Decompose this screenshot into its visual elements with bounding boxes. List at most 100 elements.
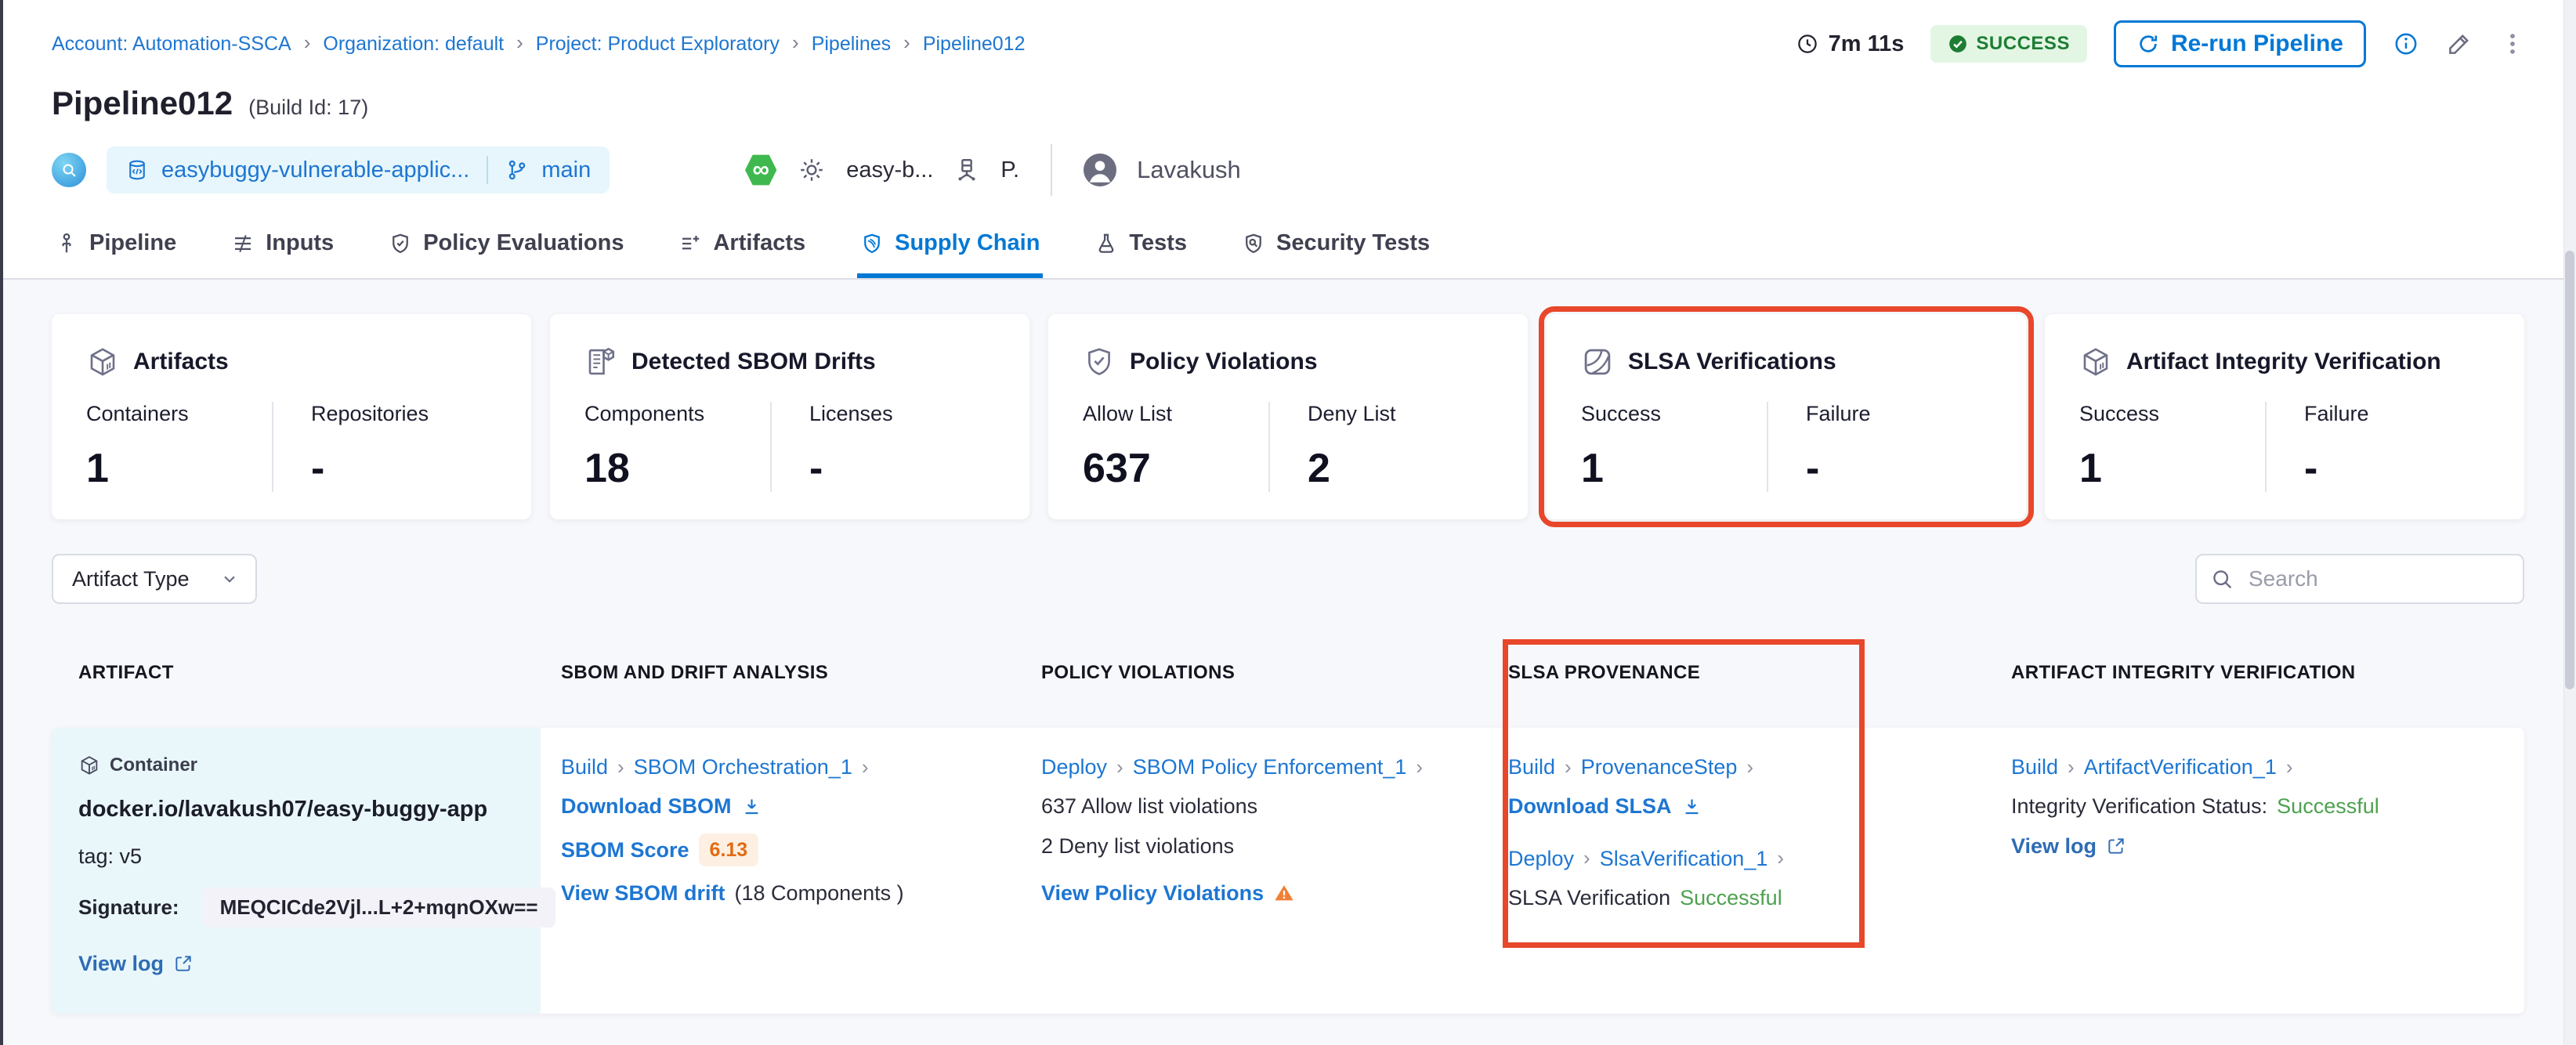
edit-pencil-icon[interactable]: [2446, 31, 2473, 57]
scrollbar[interactable]: [2563, 0, 2576, 1045]
trigger-avatar-icon: [52, 153, 86, 187]
stat-label: Success: [2079, 402, 2160, 425]
breadcrumb-separator: ›: [516, 30, 523, 54]
tab-supply-chain[interactable]: Supply Chain: [857, 222, 1044, 278]
breadcrumb-separator: ›: [903, 30, 910, 54]
stat-value: 1: [1581, 446, 1604, 491]
chevron-right-icon: ›: [1116, 754, 1123, 779]
supply-chain-icon: [860, 232, 884, 255]
stat-label: Containers: [86, 402, 189, 425]
tab-inputs[interactable]: Inputs: [228, 222, 337, 278]
info-icon[interactable]: [2393, 31, 2419, 57]
download-slsa-link[interactable]: Download SLSA: [1508, 794, 1672, 819]
col-header-artifact-integrity: ARTIFACT INTEGRITY VERIFICATION: [2011, 662, 2356, 683]
chevron-right-icon: ›: [2068, 754, 2075, 779]
deny-list-violations: 2 Deny list violations: [1041, 833, 1235, 858]
kebab-menu-icon[interactable]: [2499, 31, 2526, 57]
card-policy-violations: Policy Violations Allow List 637 Deny Lis…: [1048, 314, 1528, 519]
pill-divider: [487, 156, 489, 184]
artifact-integrity-cell: Build › ArtifactVerification_1 › Integri…: [1991, 728, 2524, 1014]
policy-stage-link[interactable]: Deploy: [1041, 754, 1107, 779]
signature-value[interactable]: MEQCICde2Vjl...L+2+mqnOXw==: [202, 888, 555, 927]
chevron-right-icon: ›: [1777, 846, 1785, 870]
artifact-type-select[interactable]: Artifact Type: [52, 554, 257, 604]
ci-module-icon: ∞: [745, 154, 777, 186]
branch-name[interactable]: main: [541, 157, 591, 183]
stat-label: Success: [1581, 402, 1662, 425]
stat-label: Repositories: [311, 402, 429, 425]
container-cube-icon: [81, 756, 98, 775]
nav-edge-strip: [0, 0, 3, 1045]
repo-name[interactable]: easybuggy-vulnerable-applic...: [161, 157, 469, 183]
stat-label: Failure: [2304, 402, 2369, 425]
card-slsa-verifications: SLSA Verifications Success 1 Failure -: [1539, 306, 2034, 527]
stat-label: Licenses: [809, 402, 893, 425]
sbom-drift-components: (18 Components ): [734, 880, 904, 905]
download-icon: [745, 799, 758, 815]
col-header-sbom: SBOM AND DRIFT ANALYSIS: [561, 662, 829, 683]
policy-evaluations-icon: [389, 232, 412, 255]
refresh-icon: [2136, 32, 2160, 56]
stat-value: 637: [1083, 446, 1151, 491]
slsa-stage1-link[interactable]: Build: [1508, 754, 1555, 779]
card-artifact-integrity: Artifact Integrity Verification Success 1…: [2045, 314, 2524, 519]
artifact-type-chip: Container: [78, 754, 517, 776]
card-title: Artifacts: [133, 349, 229, 374]
trigger-pipeline-name[interactable]: easy-b...: [846, 157, 933, 183]
page-header: Account: Automation-SSCA › Organization:…: [0, 0, 2576, 280]
breadcrumb-item-organization[interactable]: Organization: default: [323, 33, 504, 56]
slsa-step1-link[interactable]: ProvenanceStep: [1581, 754, 1738, 779]
rerun-pipeline-button[interactable]: Re-run Pipeline: [2113, 20, 2366, 67]
integrity-stage-link[interactable]: Build: [2011, 754, 2058, 779]
search-box: [2195, 554, 2524, 604]
stat-label: Components: [584, 402, 705, 425]
tab-tests[interactable]: Tests: [1091, 222, 1190, 278]
breadcrumb-item-account[interactable]: Account: Automation-SSCA: [52, 33, 291, 56]
integrity-step-link[interactable]: ArtifactVerification_1: [2084, 754, 2277, 779]
repo-branch-pill[interactable]: easybuggy-vulnerable-applic... main: [107, 146, 610, 193]
scrollbar-thumb[interactable]: [2565, 251, 2574, 689]
slsa-stage2-link[interactable]: Deploy: [1508, 846, 1574, 871]
clock-icon: [1796, 32, 1819, 56]
artifacts-icon: [678, 232, 702, 255]
col-header-policy-violations: POLICY VIOLATIONS: [1041, 662, 1236, 683]
sbom-score-link[interactable]: SBOM Score: [561, 837, 689, 862]
repository-icon: [125, 158, 149, 182]
environment-short-label[interactable]: P.: [1000, 157, 1019, 183]
breadcrumb: Account: Automation-SSCA › Organization:…: [52, 30, 1026, 56]
slsa-step2-link[interactable]: SlsaVerification_1: [1600, 846, 1768, 871]
tab-artifacts[interactable]: Artifacts: [675, 222, 809, 278]
breadcrumb-item-project[interactable]: Project: Product Exploratory: [536, 33, 780, 56]
search-input[interactable]: [2195, 554, 2524, 604]
slsa-provenance-cell: Build › ProvenanceStep › Download SLSA D…: [1488, 728, 1991, 1014]
chevron-right-icon: ›: [1565, 754, 1572, 779]
chevron-right-icon: ›: [2285, 754, 2293, 779]
artifact-type-label: Artifact Type: [72, 566, 190, 591]
execution-duration: 7m 11s: [1796, 31, 1904, 57]
breadcrumb-item-pipelines[interactable]: Pipelines: [812, 33, 891, 56]
card-sbom-drifts: Detected SBOM Drifts Components 18 Licens…: [550, 314, 1029, 519]
integrity-status-value: Successful: [2277, 794, 2379, 819]
cube-icon: [2079, 345, 2112, 378]
avatar-icon: [1084, 154, 1117, 186]
policy-step-link[interactable]: SBOM Policy Enforcement_1: [1133, 754, 1407, 779]
sbom-stage-link[interactable]: Build: [561, 754, 608, 779]
card-title: SLSA Verifications: [1628, 349, 1836, 374]
view-sbom-drift-link[interactable]: View SBOM drift: [561, 880, 725, 906]
stat-label: Allow List: [1083, 402, 1173, 425]
artifact-view-log-link[interactable]: View log: [78, 951, 164, 976]
branch-icon: [505, 158, 529, 182]
breadcrumb-separator: ›: [792, 30, 799, 54]
sbom-step-link[interactable]: SBOM Orchestration_1: [634, 754, 852, 779]
tab-security-tests[interactable]: Security Tests: [1239, 222, 1433, 278]
tab-pipeline[interactable]: Pipeline: [52, 222, 179, 278]
view-policy-violations-link[interactable]: View Policy Violations: [1041, 880, 1264, 906]
stat-label: Failure: [1806, 402, 1871, 425]
summary-cards-row: Artifacts Containers 1 Repositories - Dete…: [52, 306, 2524, 527]
tab-policy-evaluations[interactable]: Policy Evaluations: [385, 222, 627, 278]
breadcrumb-separator: ›: [303, 30, 311, 54]
breadcrumb-item-pipeline012[interactable]: Pipeline012: [923, 33, 1026, 56]
download-sbom-link[interactable]: Download SBOM: [561, 794, 732, 819]
integrity-view-log-link[interactable]: View log: [2011, 833, 2097, 859]
stat-label: Deny List: [1308, 402, 1396, 425]
